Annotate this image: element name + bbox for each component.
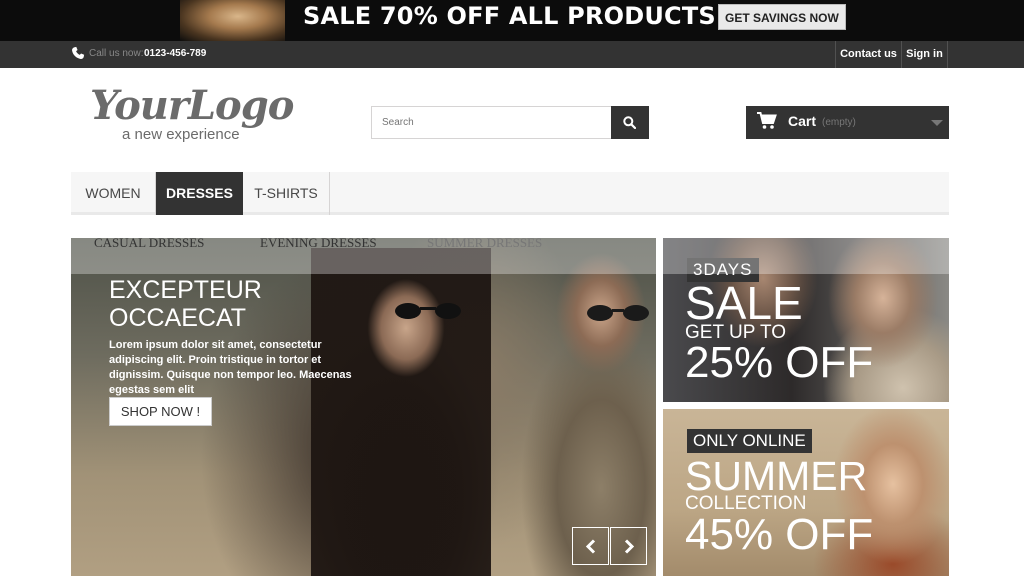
site-logo[interactable]: YourLogo a new experience	[90, 82, 310, 148]
dresses-submenu: CASUAL DRESSES EVENING DRESSES SUMMER DR…	[71, 215, 949, 274]
cart-status: (empty)	[822, 117, 856, 128]
call-us-label: Call us now:	[89, 48, 144, 59]
chevron-left-icon	[585, 539, 596, 554]
search-input[interactable]	[371, 106, 612, 139]
slider-next-button[interactable]	[610, 527, 647, 565]
cart-button[interactable]: Cart (empty)	[746, 106, 949, 139]
submenu-item-summer-dresses[interactable]: SUMMER DRESSES	[427, 235, 542, 251]
banner-headline: SALE	[685, 277, 803, 329]
slider-prev-button[interactable]	[572, 527, 609, 565]
submenu-item-casual-dresses[interactable]: CASUAL DRESSES	[94, 235, 204, 251]
search-bar	[371, 106, 649, 139]
cart-icon	[757, 112, 777, 129]
slide-title-line: OCCAECAT	[109, 304, 247, 332]
submenu-item-evening-dresses[interactable]: EVENING DRESSES	[260, 235, 377, 251]
phone-number: 0123-456-789	[144, 48, 207, 59]
promo-text: SALE 70% OFF ALL PRODUCTS	[303, 2, 716, 30]
shop-now-button[interactable]: SHOP NOW !	[109, 397, 212, 426]
banner-tag: ONLY ONLINE	[687, 429, 812, 453]
logo-text: YourLogo	[90, 82, 294, 129]
homepage-slider[interactable]: EXCEPTEUR OCCAECAT Lorem ipsum dolor sit…	[71, 238, 656, 576]
logo-tagline: a new experience	[122, 126, 240, 143]
phone-icon	[72, 46, 85, 59]
cart-label: Cart	[788, 113, 817, 129]
slide-title: EXCEPTEUR OCCAECAT	[109, 276, 369, 332]
banner-headline: SUMMER	[685, 453, 868, 499]
slide-model-man	[521, 238, 656, 576]
banner-offer: 45% OFF	[685, 510, 874, 559]
sunglasses-graphic	[587, 305, 649, 321]
menu-item-dresses[interactable]: DRESSES	[156, 172, 243, 215]
banner-offer: 25% OFF	[685, 338, 874, 387]
main-menu: WOMEN DRESSES T-SHIRTS	[71, 172, 949, 215]
search-icon	[623, 116, 636, 129]
get-savings-button[interactable]: GET SAVINGS NOW	[718, 4, 846, 30]
menu-item-tshirts[interactable]: T-SHIRTS	[243, 172, 330, 215]
promo-banner-summer[interactable]: ONLY ONLINE SUMMER COLLECTION 45% OFF	[663, 409, 949, 576]
menu-item-women[interactable]: WOMEN	[71, 172, 156, 215]
search-button[interactable]	[611, 106, 649, 139]
slide-description: Lorem ipsum dolor sit amet, consectetur …	[109, 339, 352, 396]
sunglasses-graphic	[395, 303, 461, 319]
sign-in-link[interactable]: Sign in	[901, 41, 948, 68]
contact-us-link[interactable]: Contact us	[835, 41, 901, 68]
promo-banner[interactable]: SALE 70% OFF ALL PRODUCTS GET SAVINGS NO…	[0, 0, 1024, 41]
slide-title-line: EXCEPTEUR	[109, 276, 262, 304]
chevron-down-icon	[931, 120, 943, 126]
promo-model-image	[180, 0, 285, 41]
top-bar: Call us now: 0123-456-789 Contact us Sig…	[0, 41, 1024, 68]
chevron-right-icon	[624, 539, 635, 554]
